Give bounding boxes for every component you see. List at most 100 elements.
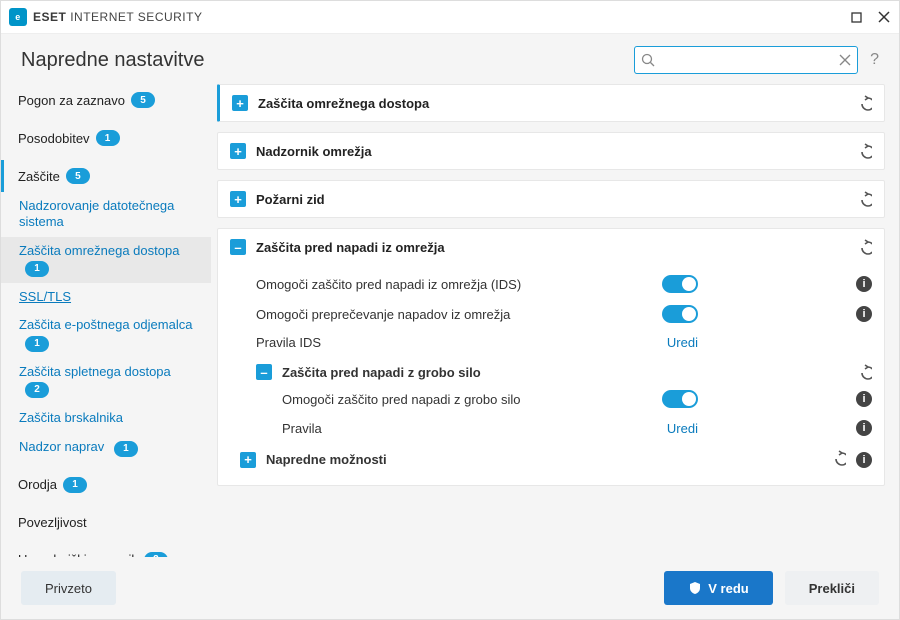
sidebar-item-ui[interactable]: Uporabniški vmesnik 2 [1,544,211,557]
count-badge: 5 [66,168,90,184]
subsection-advanced-options[interactable]: + Napredne možnosti i [230,442,872,473]
panel-network-access-protection: + Zaščita omrežnega dostopa [217,84,885,122]
sidebar-sub-device-control[interactable]: Nadzor naprav 1 [1,433,211,463]
eset-logo-icon: e [9,8,27,26]
help-button[interactable]: ? [870,51,879,69]
revert-icon[interactable] [830,450,846,469]
button-label: Privzeto [45,581,92,596]
revert-icon[interactable] [856,364,872,380]
count-badge: 1 [63,477,87,493]
setting-row-bruteforce-enable: Omogoči zaščito pred napadi z grobo silo… [230,384,872,414]
edit-link[interactable]: Uredi [667,421,698,436]
sidebar-sub-filesystem[interactable]: Nadzorovanje datotečnega sistema [1,192,211,237]
revert-icon[interactable] [856,191,872,207]
cancel-button[interactable]: Prekliči [785,571,879,605]
revert-icon[interactable] [856,239,872,255]
sidebar-sub-ssl-tls[interactable]: SSL/TLS [1,283,211,311]
setting-row-bruteforce-rules: Pravila Uredi i [230,414,872,442]
sidebar-sub-label: Zaščita spletnega dostopa [19,364,171,379]
count-badge: 2 [25,382,49,398]
panel-header[interactable]: + Nadzornik omrežja [218,133,884,169]
sidebar-sub-network-access[interactable]: Zaščita omrežnega dostopa 1 [1,237,211,284]
sidebar-sub-web-access[interactable]: Zaščita spletnega dostopa 2 [1,358,211,405]
search-input[interactable] [655,52,839,68]
subsection-title: Napredne možnosti [266,452,387,467]
panel-title: Zaščita pred napadi iz omrežja [256,240,445,255]
info-icon[interactable]: i [856,306,872,322]
sidebar-item-update[interactable]: Posodobitev 1 [1,122,211,154]
count-badge: 5 [131,92,155,108]
sidebar-sub-label: Zaščita omrežnega dostopa [19,243,179,258]
setting-row-ids-rules: Pravila IDS Uredi [230,329,872,356]
revert-icon[interactable] [856,143,872,159]
window-maximize-icon[interactable] [849,10,863,24]
button-label: Prekliči [809,581,855,596]
subsection-brute-force[interactable]: – Zaščita pred napadi z grobo silo [230,356,872,384]
main-content: + Zaščita omrežnega dostopa + Nadzornik … [211,84,899,557]
panel-network-inspector: + Nadzornik omrežja [217,132,885,170]
subsection-actions: i [830,450,872,469]
sidebar-item-tools[interactable]: Orodja 1 [1,469,211,501]
sidebar-sub-label: Nadzor naprav [19,439,104,454]
sidebar-item-label: Orodja [18,477,57,492]
sidebar-item-connectivity[interactable]: Povezljivost [1,507,211,538]
panel-network-attack-protection: – Zaščita pred napadi iz omrežja Omogoči… [217,228,885,486]
revert-icon[interactable] [856,95,872,111]
window-close-icon[interactable] [877,10,891,24]
panel-header[interactable]: + Požarni zid [218,181,884,217]
button-label: V redu [708,581,748,596]
info-icon[interactable]: i [856,452,872,468]
toggle-prevent-attacks[interactable] [662,305,698,323]
default-button[interactable]: Privzeto [21,571,116,605]
panel-title: Požarni zid [256,192,325,207]
info-icon[interactable]: i [856,420,872,436]
expand-icon[interactable]: + [230,191,246,207]
sidebar-item-label: Povezljivost [18,515,87,530]
panel-title: Nadzornik omrežja [256,144,372,159]
expand-icon[interactable]: + [240,452,256,468]
sidebar-sub-email-client[interactable]: Zaščita e-poštnega odjemalca 1 [1,311,211,358]
search-box[interactable] [634,46,858,74]
setting-label: Pravila IDS [256,335,659,350]
sidebar-sub-browser[interactable]: Zaščita brskalnika [1,404,211,432]
count-badge: 1 [96,130,120,146]
page-title: Napredne nastavitve [21,49,204,72]
ok-button[interactable]: V redu [664,571,772,605]
collapse-icon[interactable]: – [256,364,272,380]
sidebar-sub-label: Nadzorovanje datotečnega sistema [19,198,174,229]
info-icon[interactable]: i [856,391,872,407]
toggle-ids[interactable] [662,275,698,293]
brand-rest: INTERNET SECURITY [70,10,202,24]
info-icon[interactable]: i [856,276,872,292]
shield-icon [688,581,702,595]
sidebar-sub-label: SSL/TLS [19,289,71,304]
expand-icon[interactable]: + [230,143,246,159]
panel-header[interactable]: – Zaščita pred napadi iz omrežja [218,229,884,265]
setting-row-ids: Omogoči zaščito pred napadi iz omrežja (… [230,269,872,299]
count-badge: 1 [114,441,138,457]
sidebar: Pogon za zaznavo 5 Posodobitev 1 Zaščite… [1,84,211,557]
sidebar-item-detection-engine[interactable]: Pogon za zaznavo 5 [1,84,211,116]
setting-label: Omogoči zaščito pred napadi z grobo silo [282,392,654,407]
sidebar-item-label: Zaščite [18,169,60,184]
setting-label: Omogoči zaščito pred napadi iz omrežja (… [256,277,654,292]
sidebar-item-label: Pogon za zaznavo [18,93,125,108]
panel-firewall: + Požarni zid [217,180,885,218]
sidebar-sub-label: Zaščita e-poštnega odjemalca [19,317,192,332]
count-badge: 1 [25,336,49,352]
setting-label: Pravila [282,421,659,436]
panel-header[interactable]: + Zaščita omrežnega dostopa [220,85,884,121]
setting-label: Omogoči preprečevanje napadov iz omrežja [256,307,654,322]
subsection-title: Zaščita pred napadi z grobo silo [282,365,481,380]
collapse-icon[interactable]: – [230,239,246,255]
search-icon [641,53,655,67]
sidebar-item-label: Posodobitev [18,131,90,146]
clear-search-icon[interactable] [839,54,851,66]
sidebar-item-protections[interactable]: Zaščite 5 [1,160,211,192]
edit-link[interactable]: Uredi [667,335,698,350]
count-badge: 1 [25,261,49,277]
expand-icon[interactable]: + [232,95,248,111]
toggle-bruteforce[interactable] [662,390,698,408]
brand-bold: ESET [33,10,66,24]
setting-row-prevent-attacks: Omogoči preprečevanje napadov iz omrežja… [230,299,872,329]
